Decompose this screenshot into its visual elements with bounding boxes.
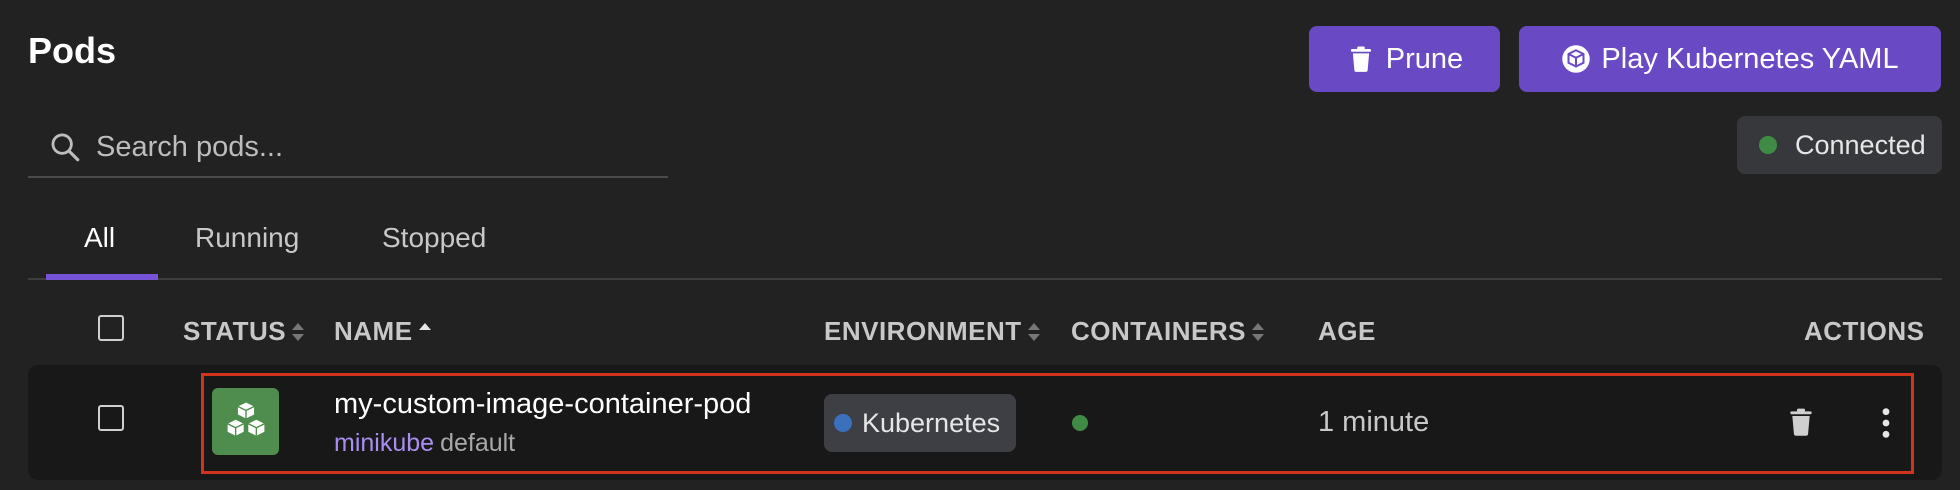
- column-environment[interactable]: ENVIRONMENT: [824, 316, 1042, 347]
- pod-cubes-icon: [226, 401, 265, 436]
- prune-button[interactable]: Prune: [1309, 26, 1500, 92]
- column-name-label: NAME: [334, 316, 413, 346]
- play-kubernetes-yaml-button[interactable]: Play Kubernetes YAML: [1519, 26, 1941, 92]
- connection-status-badge: Connected: [1737, 116, 1942, 174]
- pod-status-icon: [212, 388, 279, 455]
- column-actions: ACTIONS: [1804, 316, 1925, 347]
- pod-context: minikube: [334, 429, 435, 457]
- environment-label: Kubernetes: [862, 407, 1001, 438]
- prune-button-label: Prune: [1385, 42, 1464, 75]
- environment-badge: Kubernetes: [824, 394, 1016, 452]
- trash-icon: [1350, 46, 1371, 72]
- more-actions-kebab-icon[interactable]: [1878, 406, 1894, 440]
- column-status[interactable]: STATUS: [183, 316, 306, 347]
- search-placeholder: Search pods...: [96, 130, 283, 163]
- pod-subtitle: minikube default: [334, 429, 515, 458]
- table-header: STATUS NAME ENVIRONMENT CONTAINERS AGE A…: [0, 315, 1960, 347]
- filter-tabs: All Running Stopped: [28, 210, 1942, 280]
- row-checkbox[interactable]: [98, 405, 124, 431]
- connection-status-label: Connected: [1795, 129, 1926, 160]
- select-all-checkbox[interactable]: [98, 315, 124, 341]
- tab-stopped[interactable]: Stopped: [382, 222, 486, 254]
- sort-icon: [292, 322, 305, 341]
- pod-namespace: default: [440, 429, 516, 457]
- column-age-label: AGE: [1318, 316, 1376, 346]
- column-containers[interactable]: CONTAINERS: [1071, 316, 1266, 347]
- sort-icon: [1027, 322, 1040, 341]
- sort-icon: [1251, 322, 1264, 341]
- column-actions-label: ACTIONS: [1804, 316, 1925, 346]
- page-title: Pods: [28, 30, 117, 71]
- tab-all[interactable]: All: [84, 222, 115, 254]
- column-age[interactable]: AGE: [1318, 316, 1376, 347]
- column-containers-label: CONTAINERS: [1071, 316, 1246, 346]
- active-tab-indicator: [46, 274, 158, 280]
- delete-pod-trash-icon[interactable]: [1785, 405, 1817, 439]
- sort-ascending-icon: [418, 322, 431, 330]
- play-kubernetes-yaml-label: Play Kubernetes YAML: [1601, 42, 1899, 75]
- column-name[interactable]: NAME: [334, 316, 433, 347]
- pod-name-link[interactable]: my-custom-image-container-pod: [334, 388, 751, 421]
- search-input[interactable]: Search pods...: [28, 118, 668, 178]
- column-status-label: STATUS: [183, 316, 287, 346]
- container-status-dot-icon: [1072, 415, 1088, 431]
- search-icon: [51, 133, 80, 162]
- column-environment-label: ENVIRONMENT: [824, 316, 1022, 346]
- cube-icon: [1562, 45, 1591, 73]
- tab-running[interactable]: Running: [195, 222, 299, 254]
- pod-age: 1 minute: [1318, 406, 1430, 438]
- status-dot-icon: [1759, 136, 1777, 154]
- environment-dot-icon: [834, 414, 852, 432]
